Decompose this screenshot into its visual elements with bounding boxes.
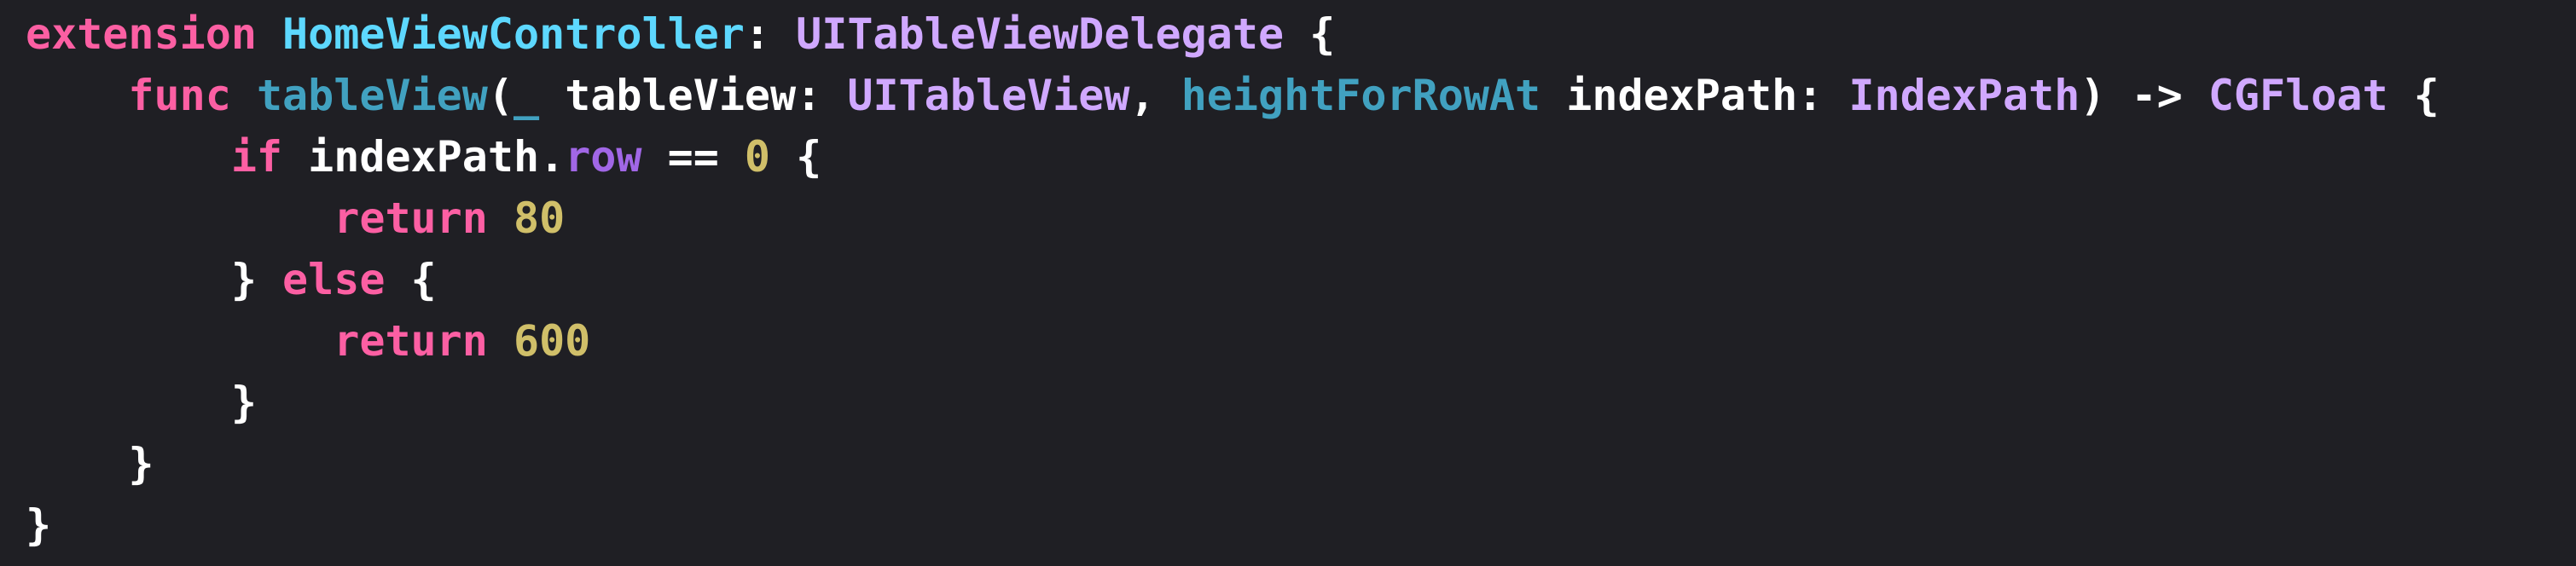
code-token-keyword: if bbox=[230, 132, 283, 182]
code-token-plain: ( bbox=[487, 71, 513, 120]
code-token-plain: } bbox=[26, 439, 154, 488]
code-token-number: 600 bbox=[513, 316, 591, 366]
code-token-plain: { bbox=[2387, 71, 2440, 120]
code-token-plain: } bbox=[26, 500, 52, 550]
code-token-plain: } bbox=[26, 255, 283, 304]
code-line[interactable]: } bbox=[26, 494, 2576, 556]
code-token-plain: , bbox=[1129, 71, 1181, 120]
code-line[interactable]: } bbox=[26, 372, 2576, 433]
code-token-other-decl: _ bbox=[513, 71, 540, 120]
code-token-plain: ) -> bbox=[2080, 71, 2208, 120]
code-token-type: HomeViewController bbox=[282, 9, 745, 59]
code-token-type-other: UITableViewDelegate bbox=[796, 9, 1285, 59]
code-line[interactable]: } else { bbox=[26, 249, 2576, 310]
code-token-other-decl: tableView bbox=[256, 71, 488, 120]
code-line[interactable]: } bbox=[26, 433, 2576, 494]
code-token-type-other: UITableView bbox=[847, 71, 1130, 120]
code-line[interactable]: return 600 bbox=[26, 310, 2576, 372]
code-token-plain: indexPath. bbox=[282, 132, 566, 182]
code-token-keyword: return bbox=[334, 316, 488, 366]
code-token-number: 80 bbox=[513, 193, 566, 243]
code-line[interactable]: if indexPath.row == 0 { bbox=[26, 126, 2576, 188]
code-token-plain: { bbox=[770, 132, 822, 182]
code-token-plain: } bbox=[26, 378, 257, 427]
code-line[interactable]: return 80 bbox=[26, 188, 2576, 249]
code-token-plain: { bbox=[385, 255, 437, 304]
code-token-keyword: func bbox=[128, 71, 231, 120]
code-line[interactable]: func tableView(_ tableView: UITableView,… bbox=[26, 65, 2576, 126]
code-token-plain: indexPath: bbox=[1540, 71, 1849, 120]
code-token-plain: { bbox=[1284, 9, 1336, 59]
code-token-keyword: return bbox=[334, 193, 488, 243]
code-token-other-decl: heightForRowAt bbox=[1181, 71, 1541, 120]
code-token-plain: == bbox=[641, 132, 745, 182]
code-editor[interactable]: extension HomeViewController: UITableVie… bbox=[0, 0, 2576, 566]
code-token-type-other: CGFloat bbox=[2208, 71, 2388, 120]
code-token-keyword: else bbox=[282, 255, 386, 304]
code-token-type-other: IndexPath bbox=[1848, 71, 2080, 120]
code-token-prop: row bbox=[565, 132, 642, 182]
code-token-keyword: extension bbox=[26, 9, 257, 59]
code-token-number: 0 bbox=[744, 132, 771, 182]
code-token-plain: tableView: bbox=[539, 71, 848, 120]
code-token-plain: : bbox=[744, 9, 797, 59]
code-line[interactable]: extension HomeViewController: UITableVie… bbox=[26, 3, 2576, 65]
